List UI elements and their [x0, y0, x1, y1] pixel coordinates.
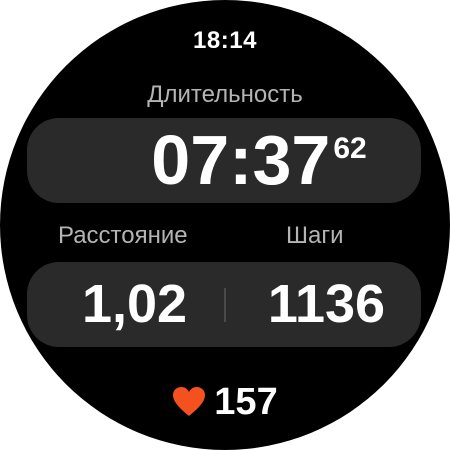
heart-icon [172, 386, 206, 418]
steps-label: Шаги [286, 222, 344, 249]
distance-label: Расстояние [58, 222, 188, 249]
stats-card: 1,02 1136 [27, 262, 421, 347]
duration-centiseconds: 62 [333, 132, 367, 165]
duration-card: 07:37 62 [27, 118, 421, 203]
duration-value: 07:37 62 [27, 118, 421, 203]
duration-label: Длительность [147, 81, 303, 108]
distance-value: 1,02 [81, 274, 188, 334]
heart-rate: 157 [0, 380, 450, 424]
watch-face: 18:14 Длительность 07:37 62 Расстояние Ша… [0, 0, 450, 450]
clock-time: 18:14 [193, 27, 257, 54]
steps-value: 1136 [267, 274, 386, 334]
duration-main-value: 07:37 [151, 121, 331, 199]
stats-divider [224, 288, 226, 322]
heart-rate-value: 157 [214, 381, 278, 423]
